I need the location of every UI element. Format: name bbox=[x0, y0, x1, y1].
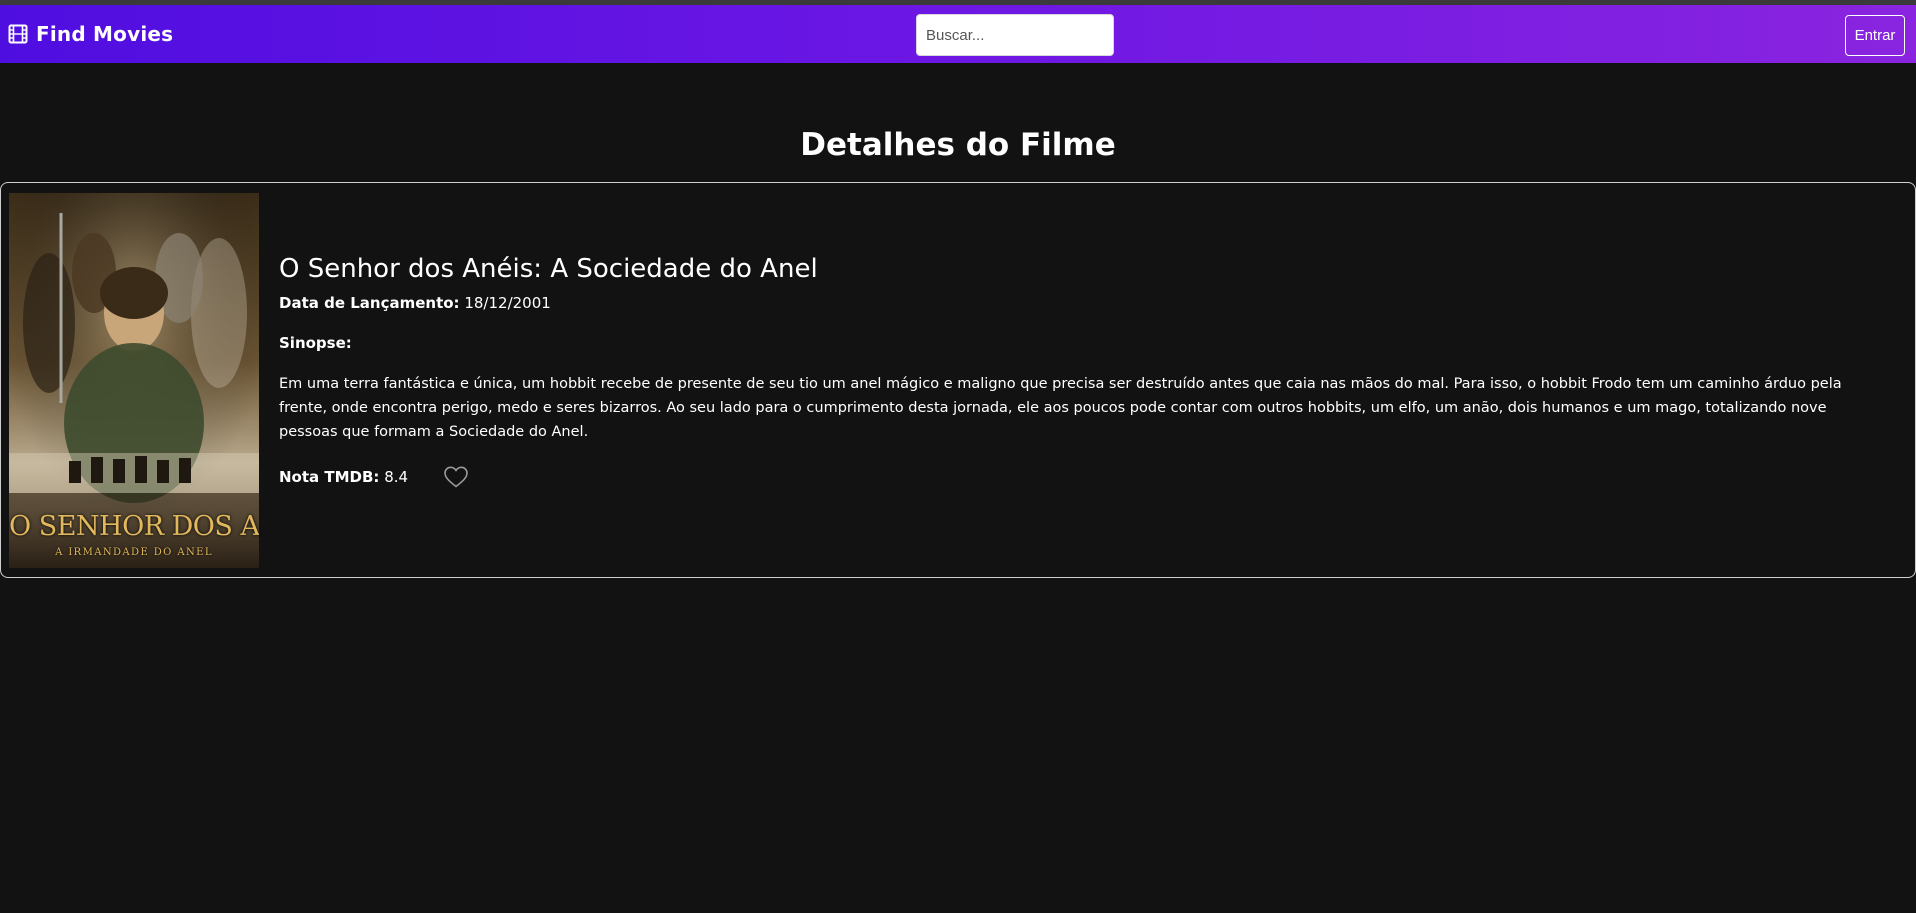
login-button[interactable]: Entrar bbox=[1845, 15, 1905, 56]
favorite-button[interactable] bbox=[442, 464, 470, 490]
movie-poster: O SENHOR DOS ANÉIS A IRMANDADE DO ANEL bbox=[9, 193, 259, 568]
film-icon bbox=[8, 24, 28, 44]
synopsis-text: Em uma terra fantástica e única, um hobb… bbox=[279, 376, 1842, 440]
synopsis-label: Sinopse: bbox=[279, 334, 352, 352]
search-input[interactable] bbox=[916, 14, 1114, 56]
navbar: Find Movies Entrar bbox=[0, 5, 1916, 63]
movie-title: O Senhor dos Anéis: A Sociedade do Anel bbox=[279, 254, 818, 284]
brand-link[interactable]: Find Movies bbox=[8, 5, 173, 63]
heart-outline-icon bbox=[444, 466, 468, 488]
release-date: 18/12/2001 bbox=[464, 294, 551, 312]
rating-row: Nota TMDB: 8.4 bbox=[279, 464, 1899, 490]
rating-value: 8.4 bbox=[384, 468, 409, 486]
movie-info: O Senhor dos Anéis: A Sociedade do Anel … bbox=[279, 249, 1899, 490]
release-row: Data de Lançamento: 18/12/2001 bbox=[279, 291, 1899, 315]
poster-title: O SENHOR DOS ANÉIS bbox=[9, 511, 259, 542]
poster-subtitle: A IRMANDADE DO ANEL bbox=[55, 547, 213, 558]
brand-name: Find Movies bbox=[36, 22, 174, 46]
rating: Nota TMDB: 8.4 bbox=[279, 465, 408, 489]
release-label: Data de Lançamento: bbox=[279, 294, 460, 312]
rating-label: Nota TMDB: bbox=[279, 468, 380, 486]
movie-details-card: O SENHOR DOS ANÉIS A IRMANDADE DO ANEL O… bbox=[0, 182, 1916, 578]
page-title: Detalhes do Filme bbox=[800, 127, 1116, 163]
